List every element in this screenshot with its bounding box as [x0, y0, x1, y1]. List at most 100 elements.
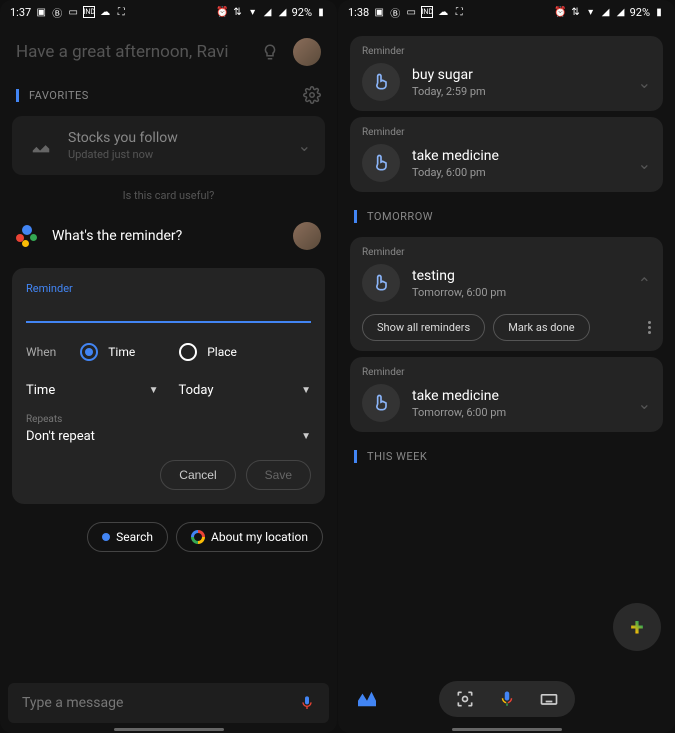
reminder-time: Today, 6:00 pm: [412, 166, 626, 179]
more-options-icon[interactable]: [648, 321, 651, 334]
reminder-finger-icon: [362, 63, 400, 101]
radio-place[interactable]: Place: [179, 343, 237, 361]
radio-unselected-icon: [179, 343, 197, 361]
gesture-bar[interactable]: [452, 728, 562, 731]
stocks-icon: [26, 131, 56, 161]
keyboard-icon[interactable]: [539, 689, 559, 709]
chevron-down-icon[interactable]: ⌄: [638, 394, 651, 413]
assistant-question-row: What's the reminder?: [0, 212, 337, 260]
cancel-button[interactable]: Cancel: [160, 460, 235, 490]
reminder-card-expanded[interactable]: Reminder testing Tomorrow, 6:00 pm ⌃ Sho…: [350, 237, 663, 351]
gesture-bar[interactable]: [114, 728, 224, 731]
blue-dot-icon: [102, 533, 110, 541]
greeting-row: Have a great afternoon, Ravi: [0, 24, 337, 74]
when-label: When: [26, 345, 56, 359]
reminder-card[interactable]: Reminder take medicine Today, 6:00 pm ⌄: [350, 117, 663, 192]
card-feedback-text[interactable]: Is this card useful?: [0, 179, 337, 212]
radio-selected-icon: [80, 343, 98, 361]
assistant-logo-icon: [16, 224, 40, 248]
mic-icon[interactable]: [497, 689, 517, 709]
bottom-controls: [338, 681, 675, 717]
reminder-card[interactable]: Reminder buy sugar Today, 2:59 pm ⌄: [350, 36, 663, 111]
reminder-time: Tomorrow, 6:00 pm: [412, 286, 626, 299]
save-button[interactable]: Save: [246, 460, 311, 490]
mic-icon[interactable]: [299, 695, 315, 711]
signal-icon: ◢: [262, 6, 274, 18]
reminder-time: Today, 2:59 pm: [412, 85, 626, 98]
favorites-header: FAVORITES: [0, 74, 337, 112]
data-icon: ⇅: [570, 6, 582, 18]
updates-icon[interactable]: [356, 690, 378, 708]
chevron-down-icon[interactable]: ⌄: [638, 73, 651, 92]
dropdown-arrow-icon: ▼: [149, 385, 159, 396]
status-bar: 1:37 ▣ Ⓑ ▭ IND ☁ ⛶ ⏰ ⇅ ▾ ◢ ◢ 92% ▮: [0, 0, 337, 24]
suggestion-chips: Search About my location: [0, 512, 337, 562]
repeats-dropdown[interactable]: Don't repeat ▼: [26, 429, 311, 444]
location-chip-label: About my location: [211, 530, 308, 544]
reminder-label: Reminder: [362, 127, 651, 138]
chevron-down-icon[interactable]: ⌄: [638, 154, 651, 173]
reminder-title: take medicine: [412, 388, 626, 404]
search-chip[interactable]: Search: [87, 522, 168, 552]
lens-icon[interactable]: [455, 689, 475, 709]
reminder-title: testing: [412, 268, 626, 284]
carrier-icon: IND: [421, 6, 433, 18]
signal-icon: ◢: [615, 6, 627, 18]
battery-icon: ▮: [653, 6, 665, 18]
battery-icon: ▮: [315, 6, 327, 18]
phone-left-assistant: 1:37 ▣ Ⓑ ▭ IND ☁ ⛶ ⏰ ⇅ ▾ ◢ ◢ 92% ▮ Have …: [0, 0, 337, 733]
day-dropdown[interactable]: Today ▼: [179, 377, 312, 404]
reminder-label: Reminder: [362, 367, 651, 378]
alarm-icon: ⏰: [555, 6, 567, 18]
data-icon: ⇅: [232, 6, 244, 18]
status-bar: 1:38 ▣ Ⓑ ▭ IND ☁ ⛶ ⏰ ⇅ ▾ ◢ ◢ 92% ▮: [338, 0, 675, 24]
reminder-label: Reminder: [362, 46, 651, 57]
reminder-form-card: Reminder When Time Place Time ▼: [12, 268, 325, 504]
chevron-down-icon: ⌄: [298, 136, 311, 155]
wifi-icon: ▾: [247, 6, 259, 18]
lightbulb-icon[interactable]: [261, 43, 279, 61]
show-all-reminders-button[interactable]: Show all reminders: [362, 314, 485, 341]
radio-place-label: Place: [207, 345, 237, 359]
repeats-value: Don't repeat: [26, 429, 95, 444]
tomorrow-header: TOMORROW: [338, 198, 675, 231]
user-avatar-small[interactable]: [293, 222, 321, 250]
radio-time-label: Time: [108, 345, 135, 359]
stocks-card[interactable]: Stocks you follow Updated just now ⌄: [12, 116, 325, 175]
user-avatar[interactable]: [293, 38, 321, 66]
carrier-icon: IND: [83, 6, 95, 18]
reminder-title: buy sugar: [412, 67, 626, 83]
reminder-finger-icon: [362, 264, 400, 302]
chevron-up-icon[interactable]: ⌃: [638, 274, 651, 293]
reminder-title: take medicine: [412, 148, 626, 164]
screenshot-icon: ⛶: [115, 6, 127, 18]
stocks-subtitle: Updated just now: [68, 148, 286, 161]
screenshot-icon: ⛶: [453, 6, 465, 18]
message-icon: ▣: [373, 6, 385, 18]
circled-b-icon: Ⓑ: [51, 6, 63, 18]
plus-icon: +: [630, 613, 643, 641]
reminder-field-label: Reminder: [26, 282, 311, 295]
greeting-text: Have a great afternoon, Ravi: [16, 42, 228, 62]
assistant-question: What's the reminder?: [52, 228, 281, 244]
add-fab-button[interactable]: +: [613, 603, 661, 651]
reminder-text-input[interactable]: [26, 299, 311, 323]
clock-text: 1:38: [348, 6, 369, 19]
reminder-time: Tomorrow, 6:00 pm: [412, 406, 626, 419]
gear-icon[interactable]: [303, 86, 321, 104]
radio-time[interactable]: Time: [80, 343, 135, 361]
time-dropdown[interactable]: Time ▼: [26, 377, 159, 404]
location-chip[interactable]: About my location: [176, 522, 323, 552]
google-logo-icon: [191, 530, 205, 544]
this-week-label: THIS WEEK: [354, 450, 427, 463]
message-input-bar[interactable]: Type a message: [8, 683, 329, 723]
cloud-icon: ☁: [437, 6, 449, 18]
input-placeholder: Type a message: [22, 695, 299, 711]
reminder-card[interactable]: Reminder take medicine Tomorrow, 6:00 pm…: [350, 357, 663, 432]
stocks-title: Stocks you follow: [68, 130, 286, 146]
reminder-finger-icon: [362, 144, 400, 182]
mark-as-done-button[interactable]: Mark as done: [493, 314, 589, 341]
message-icon: ▣: [35, 6, 47, 18]
phone-right-updates: 1:38 ▣ Ⓑ ▭ IND ☁ ⛶ ⏰ ⇅ ▾ ◢ ◢ 92% ▮ Remin…: [338, 0, 675, 733]
clock-text: 1:37: [10, 6, 31, 19]
